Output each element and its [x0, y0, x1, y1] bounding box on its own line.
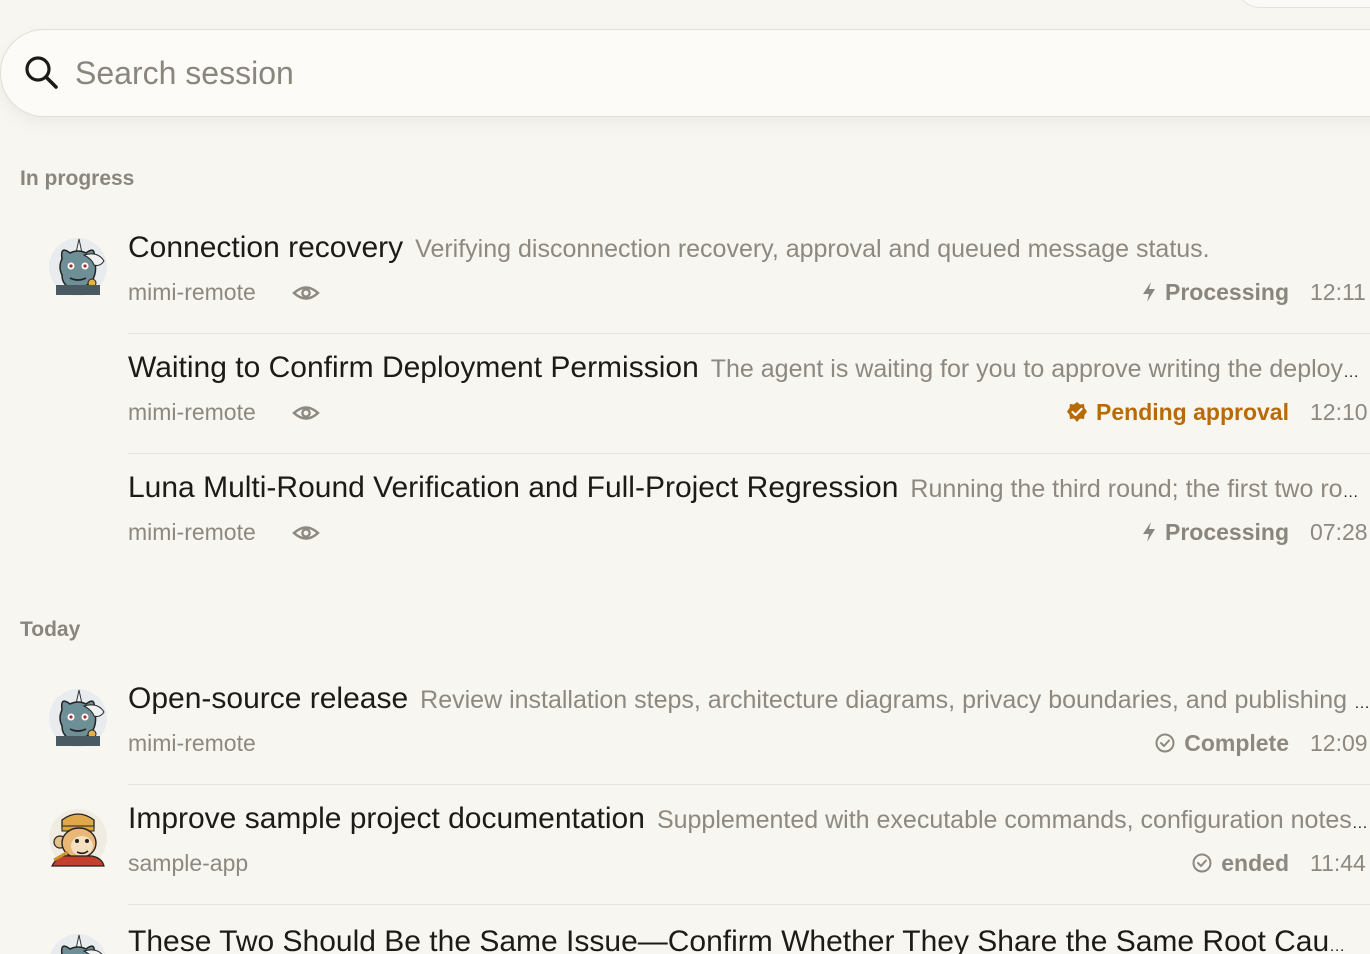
status-label: Pending approval — [1096, 399, 1289, 425]
section-title-today: Today — [20, 618, 81, 641]
session-time: 12:09 — [1310, 730, 1368, 756]
session-description: Running the third round; the first two r… — [910, 475, 1370, 503]
status-badge: Pending approval — [1066, 399, 1289, 426]
badge-check-icon — [1067, 402, 1088, 422]
session-time: 12:11 — [1310, 279, 1366, 305]
status-label: Complete — [1184, 730, 1289, 756]
status-badge: Processing — [1141, 279, 1289, 306]
search-input[interactable] — [75, 50, 975, 96]
session-time: 12:10 — [1310, 399, 1368, 425]
session-description: Supplemented with executable commands, c… — [656, 806, 1370, 834]
status-label: ended — [1221, 850, 1289, 876]
session-title: These Two Should Be the Same Issue—Confi… — [128, 925, 1353, 954]
bolt-icon — [1143, 522, 1155, 542]
session-title: Waiting to Confirm Deployment Permission — [128, 351, 699, 384]
bolt-icon — [1143, 282, 1155, 302]
status-label: Processing — [1165, 279, 1289, 305]
session-title: Connection recovery — [128, 231, 404, 264]
status-badge: Processing — [1141, 519, 1289, 546]
status-badge: ended — [1191, 850, 1289, 877]
session-row[interactable]: These Two Should Be the Same Issue—Confi… — [0, 905, 1370, 954]
status-label: Processing — [1165, 519, 1289, 545]
session-title: Improve sample project documentation — [128, 802, 645, 835]
session-row[interactable]: Connection recovery Verifying disconnecti… — [0, 214, 1370, 334]
eye-icon — [292, 406, 320, 420]
session-row[interactable]: Waiting to Confirm Deployment Permission… — [0, 334, 1370, 454]
unicorn-avatar — [49, 238, 107, 296]
eye-icon — [292, 286, 320, 300]
top-pill-button[interactable] — [1236, 0, 1370, 8]
check-circle-icon — [1192, 853, 1212, 873]
session-description: Verifying disconnection recovery, approv… — [415, 235, 1210, 263]
section-title-in-progress: In progress — [20, 167, 135, 190]
eye-icon — [292, 526, 320, 540]
search-icon — [25, 56, 58, 89]
session-description: Review installation steps, architecture … — [420, 686, 1370, 714]
session-row[interactable]: Improve sample project documentation Supp… — [0, 785, 1370, 905]
session-project: mimi-remote — [128, 730, 256, 756]
search-bar — [0, 29, 1370, 117]
unicorn-avatar — [49, 689, 107, 747]
unicorn-avatar — [50, 934, 106, 954]
session-project: mimi-remote — [128, 519, 256, 545]
monkey-avatar — [49, 809, 107, 867]
session-title: Luna Multi-Round Verification and Full-P… — [128, 471, 899, 504]
session-description: The agent is waiting for you to approve … — [710, 355, 1370, 383]
session-project: mimi-remote — [128, 399, 256, 425]
session-row[interactable]: Open-source release Review installation s… — [0, 665, 1370, 785]
session-time: 11:44 — [1310, 850, 1366, 876]
session-time: 07:28 — [1310, 519, 1368, 545]
session-title: Open-source release — [128, 682, 409, 715]
session-project: mimi-remote — [128, 279, 256, 305]
session-project: sample-app — [128, 850, 249, 876]
check-circle-icon — [1155, 733, 1175, 753]
session-row[interactable]: Luna Multi-Round Verification and Full-P… — [0, 454, 1370, 574]
status-badge: Complete — [1154, 730, 1289, 757]
